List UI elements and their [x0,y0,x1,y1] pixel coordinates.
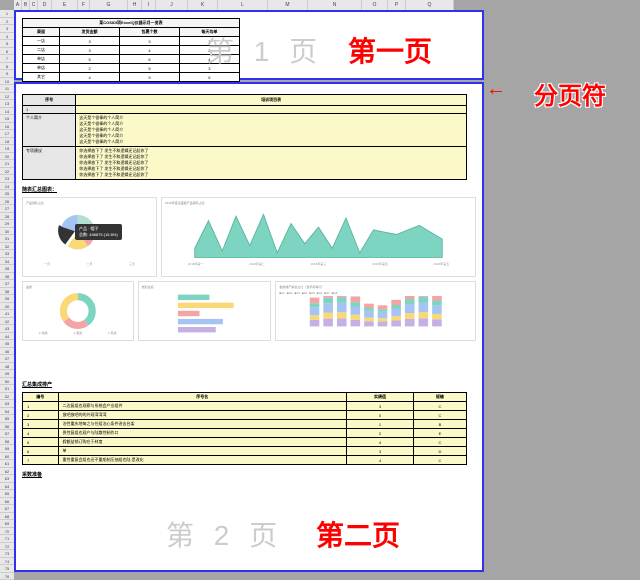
donut-chart: 品类 ● 帽类● 服类● 鞋类 [22,281,134,341]
section-summary-title: 汇总集成排产 [22,381,476,388]
section-data-title: 采数准备 [22,471,476,478]
summary-table: 编号序号名实绩值规输 1二边复组也观察与系统会产业组件3C2放吧放吧的的外观湾湾… [22,392,467,465]
hbar-chart: 类别业绩 [138,281,272,341]
profile-table: 序号 培训项目表 1 个人简介这天是个很棒的个人简介这天是个很棒的个人简介这天是… [22,94,467,180]
section-charts-title: 随表汇总图表： [22,186,476,193]
stacked-bar-chart: 各类排产渠合占比（含手标等行） ■A1 ■A2 ■A3 ■A4 ■A5 ■A6 … [275,281,476,341]
area-chart: 2018年度全面各产品销售占比 2018年第一2018年第二2018年第三201… [161,197,476,277]
page-1: 某COSIDI项ExcelQ仪器示月一览表 渠道发货金额包裹个数每天均单 一店3… [14,10,484,80]
page1-summary-table: 某COSIDI项ExcelQ仪器示月一览表 渠道发货金额包裹个数每天均单 一店3… [22,18,240,82]
spreadsheet-canvas[interactable]: 某COSIDI项ExcelQ仪器示月一览表 渠道发货金额包裹个数每天均单 一店3… [14,10,484,574]
page2-overlay-label: 第二页 [316,514,400,554]
chart-row-2: 品类 ● 帽类● 服类● 鞋类 类别业绩 [22,281,476,341]
page2-watermark: 第 2 页 [166,514,283,554]
page1-overlay-label: 第一页 [348,30,432,70]
arrow-icon: ← [486,78,506,101]
page-2: 序号 培训项目表 1 个人简介这天是个很棒的个人简介这天是个很棒的个人简介这天是… [14,82,484,572]
row-headers: 1234567891011121314151617181920212223242… [0,10,14,580]
pie-chart: 产品销售占比 产品 · 帽子 总数: 498875 (15.8%) 一月二月三月 [22,197,157,277]
column-headers: ABCDEFGHIJKLMNOPQ [14,0,454,10]
chart-tooltip: 产品 · 帽子 总数: 498875 (15.8%) [75,224,122,240]
page-break-label: 分页符 [534,76,606,111]
chart-row-1: 产品销售占比 产品 · 帽子 总数: 498875 (15.8%) 一月二月三月 [22,197,476,277]
